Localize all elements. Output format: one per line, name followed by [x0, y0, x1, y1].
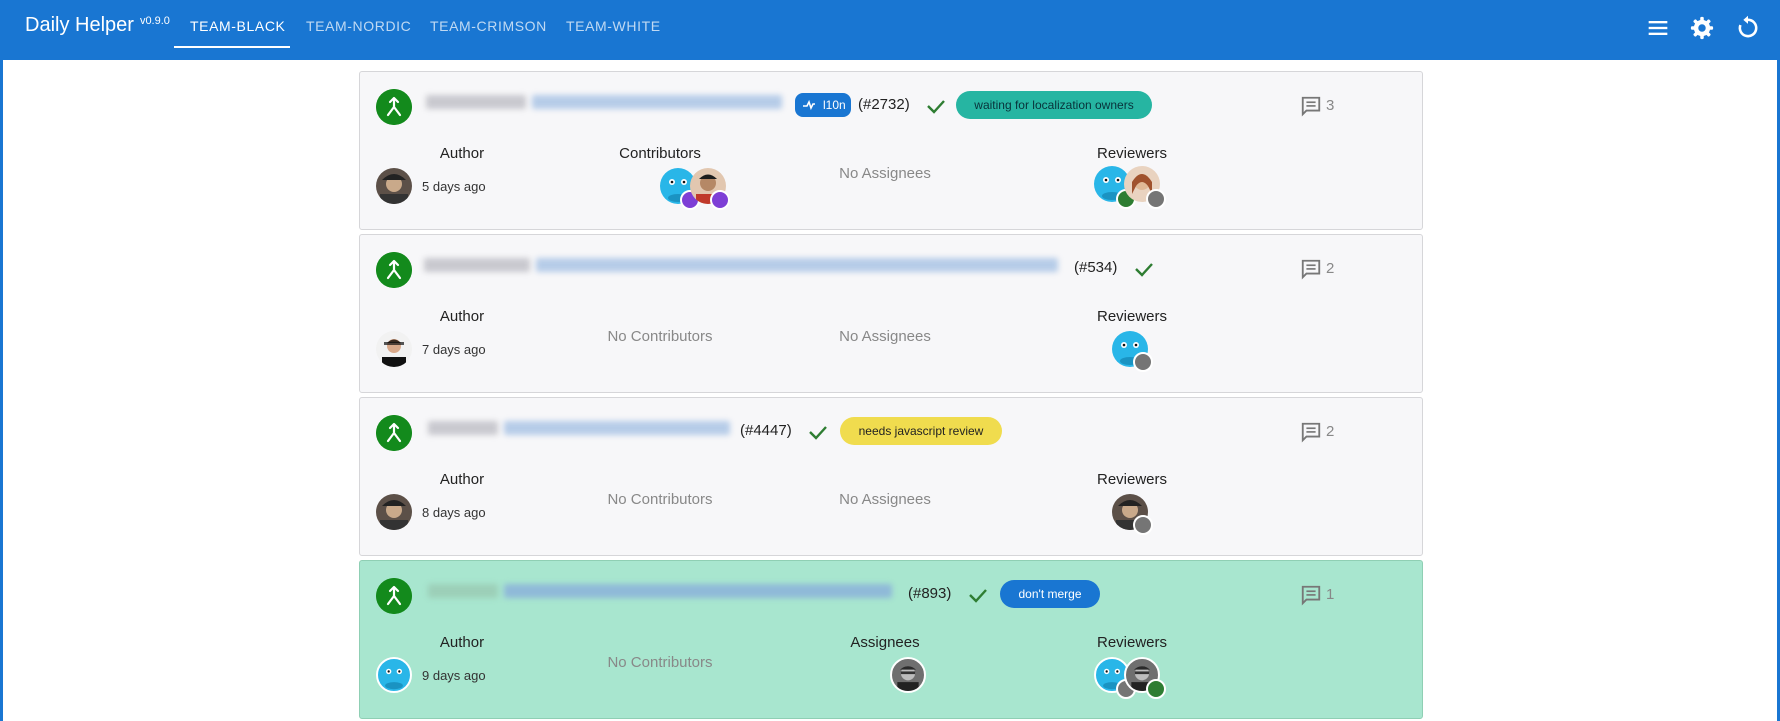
contributors-heading: Contributors — [619, 145, 701, 162]
translate-icon — [803, 99, 815, 111]
reviewers-heading: Reviewers — [1096, 471, 1168, 488]
app-version: v0.9.0 — [139, 15, 170, 27]
pr-title-link[interactable] — [418, 252, 1068, 280]
author-heading: Author — [439, 308, 485, 325]
reviewers-heading: Reviewers — [1096, 145, 1168, 162]
tab-team-black[interactable]: TEAM-BLACK — [190, 18, 285, 34]
comment-icon[interactable] — [1300, 258, 1322, 280]
active-tab-indicator — [174, 46, 290, 48]
no-contributors-text: No Contributors — [607, 328, 713, 345]
reviewers-heading: Reviewers — [1096, 634, 1168, 651]
pr-title-link[interactable] — [422, 415, 740, 443]
pr-number: (#893) — [908, 585, 952, 602]
author-heading: Author — [439, 634, 485, 651]
no-contributors-text: No Contributors — [607, 491, 713, 508]
menu-icon[interactable] — [1644, 14, 1672, 42]
merge-icon[interactable] — [376, 89, 412, 125]
no-assignees-text: No Assignees — [839, 328, 931, 345]
info-icon — [1133, 352, 1153, 372]
comment-count: 2 — [1326, 423, 1335, 440]
comment-icon[interactable] — [1300, 584, 1322, 606]
checks-passed-icon[interactable] — [966, 583, 990, 607]
status-label-chip[interactable]: waiting for localization owners — [956, 91, 1152, 119]
l10n-label: l10n — [823, 98, 846, 112]
app-title-text: Daily Helper — [25, 14, 134, 36]
wrench-icon — [710, 190, 730, 210]
pull-request-card: (#893) don't merge 1 Author 9 days ago N… — [359, 560, 1423, 719]
pull-request-card: l10n (#2732) waiting for localization ow… — [359, 71, 1423, 230]
status-label-chip[interactable]: needs javascript review — [840, 417, 1002, 445]
tab-team-crimson[interactable]: TEAM-CRIMSON — [430, 18, 547, 34]
no-contributors-text: No Contributors — [607, 654, 713, 671]
author-avatar[interactable] — [376, 657, 412, 693]
assignee-avatar[interactable] — [890, 657, 926, 693]
author-avatar[interactable] — [376, 168, 412, 204]
author-age: 9 days ago — [422, 668, 486, 683]
l10n-chip[interactable]: l10n — [795, 93, 851, 117]
pr-title-link[interactable] — [422, 578, 902, 606]
pr-title-link[interactable] — [420, 89, 792, 117]
merge-icon[interactable] — [376, 415, 412, 451]
author-age: 5 days ago — [422, 179, 486, 194]
refresh-icon[interactable] — [1734, 14, 1762, 42]
checks-passed-icon[interactable] — [1132, 257, 1156, 281]
comment-count: 1 — [1326, 586, 1335, 603]
pull-request-card: (#534) 2 Author 7 days ago No Contributo… — [359, 234, 1423, 393]
author-avatar[interactable] — [376, 331, 412, 367]
settings-icon[interactable] — [1688, 14, 1716, 42]
merge-icon[interactable] — [376, 252, 412, 288]
assignees-heading: Assignees — [850, 634, 920, 651]
comment-count: 2 — [1326, 260, 1335, 277]
author-heading: Author — [439, 471, 485, 488]
no-assignees-text: No Assignees — [839, 491, 931, 508]
info-icon — [1146, 189, 1166, 209]
author-heading: Author — [439, 145, 485, 162]
app-bar: Daily Helper v0.9.0 TEAM-BLACK TEAM-NORDI… — [0, 0, 1780, 60]
author-avatar[interactable] — [376, 494, 412, 530]
status-label-chip[interactable]: don't merge — [1000, 580, 1100, 608]
reviewers-heading: Reviewers — [1096, 308, 1168, 325]
author-age: 7 days ago — [422, 342, 486, 357]
pr-number: (#534) — [1074, 259, 1118, 276]
pr-number: (#4447) — [740, 422, 792, 439]
checks-passed-icon[interactable] — [924, 94, 948, 118]
comment-icon[interactable] — [1300, 95, 1322, 117]
left-edge — [0, 60, 3, 721]
no-assignees-text: No Assignees — [839, 165, 931, 182]
pull-request-card: (#4447) needs javascript review 2 Author… — [359, 397, 1423, 556]
tab-team-nordic[interactable]: TEAM-NORDIC — [306, 18, 411, 34]
merge-icon[interactable] — [376, 578, 412, 614]
author-age: 8 days ago — [422, 505, 486, 520]
info-icon — [1133, 515, 1153, 535]
approved-check-icon — [1146, 679, 1166, 699]
comment-count: 3 — [1326, 97, 1335, 114]
tab-team-white[interactable]: TEAM-WHITE — [566, 18, 661, 34]
checks-passed-icon[interactable] — [806, 420, 830, 444]
app-title: Daily Helper v0.9.0 — [25, 14, 170, 37]
pr-number: (#2732) — [858, 96, 910, 113]
comment-icon[interactable] — [1300, 421, 1322, 443]
